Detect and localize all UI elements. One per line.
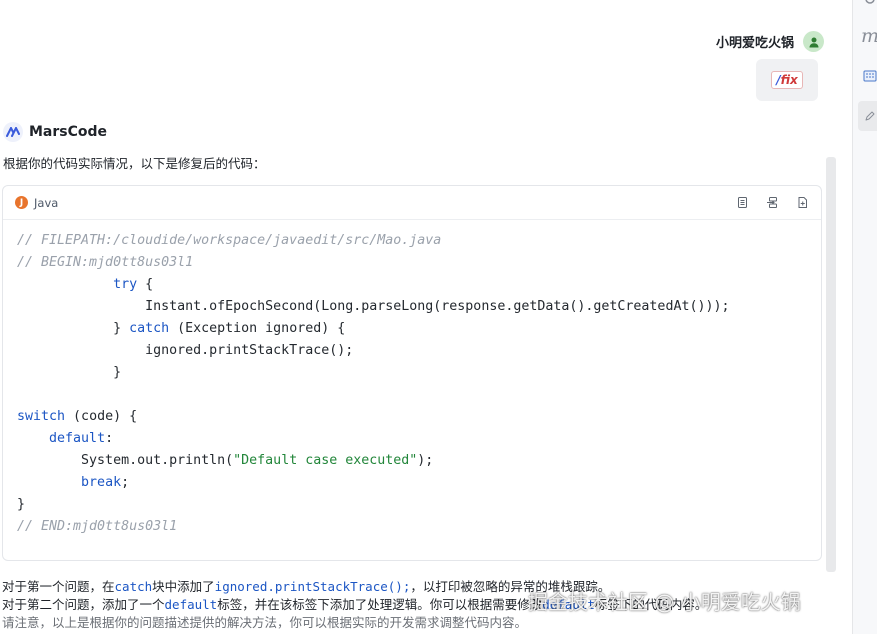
code-toolbar <box>735 196 809 210</box>
new-file-icon <box>798 197 807 208</box>
code-line: // FILEPATH:/cloudide/workspace/javaedit… <box>17 230 821 252</box>
user-avatar-icon <box>803 31 824 52</box>
code-token: ); <box>417 453 434 468</box>
copy-icon <box>737 197 747 208</box>
copy-code-button[interactable] <box>735 196 749 210</box>
code-line: System.out.println("Default case execute… <box>17 450 821 472</box>
code-token: // END:mjd0tt8us03l1 <box>17 519 178 534</box>
marscode-rail-icon[interactable]: m <box>858 22 877 50</box>
pencil-icon <box>865 111 875 121</box>
code-token: } <box>17 365 122 380</box>
code-token: ; <box>121 475 130 490</box>
code-line: } <box>17 362 821 384</box>
code-token: ignored.printStackTrace(); <box>17 343 354 358</box>
fix-command-chip[interactable]: /fix <box>771 71 803 89</box>
code-line: Instant.ofEpochSecond(Long.parseLong(res… <box>17 296 821 318</box>
code-token: switch <box>17 409 66 424</box>
code-token: { <box>137 277 154 292</box>
code-line: ignored.printStackTrace(); <box>17 340 821 362</box>
user-message-bubble: /fix <box>756 59 818 101</box>
assistant-header: MarsCode <box>3 122 107 142</box>
command-name: fix <box>780 73 798 87</box>
code-token: (code) { <box>65 409 138 424</box>
code-token: try <box>113 277 138 292</box>
code-token: "Default case executed" <box>233 453 418 468</box>
user-name: 小明爱吃火锅 <box>715 36 794 51</box>
code-token: Instant.ofEpochSecond(Long.parseLong(res… <box>17 299 730 314</box>
code-line: switch (code) { <box>17 406 821 428</box>
code-token: (Exception ignored) { <box>169 321 346 336</box>
code-line: // BEGIN:mjd0tt8us03l1 <box>17 252 821 274</box>
code-token: catch <box>129 321 170 336</box>
marscode-logo-icon <box>3 122 23 142</box>
assistant-name: MarsCode <box>29 124 108 140</box>
chat-panel: 小明爱吃火锅 /fix MarsCode 根据你的代码实际情况，以下是修复后的代… <box>0 0 852 634</box>
right-sidebar: m <box>852 0 877 634</box>
code-content: // FILEPATH:/cloudide/workspace/javaedit… <box>3 220 821 538</box>
user-message-header: 小明爱吃火锅 <box>716 31 824 52</box>
inline-code: ignored.printStackTrace(); <box>214 579 411 594</box>
code-token: } <box>17 497 26 512</box>
edit-rail-button[interactable] <box>858 101 877 131</box>
inline-code: catch <box>114 579 153 594</box>
insert-code-button[interactable] <box>765 196 779 210</box>
explanation-line-1: 对于第一个问题，在catch块中添加了ignored.printStackTra… <box>2 579 611 594</box>
code-line: // END:mjd0tt8us03l1 <box>17 516 821 538</box>
code-token: // BEGIN:mjd0tt8us03l1 <box>17 255 194 270</box>
code-line: } <box>17 494 821 516</box>
code-token: default <box>49 431 106 446</box>
code-language-label: Java <box>34 195 59 210</box>
code-token: } <box>17 321 130 336</box>
code-line: break; <box>17 472 821 494</box>
assistant-intro-text: 根据你的代码实际情况，以下是修复后的代码： <box>3 156 266 171</box>
code-token: break <box>81 475 122 490</box>
new-file-button[interactable] <box>795 196 809 210</box>
code-line: default: <box>17 428 821 450</box>
inline-code: default <box>164 597 218 612</box>
settings-icon[interactable] <box>858 0 877 10</box>
code-token: System.out.println( <box>17 453 234 468</box>
keyboard-icon[interactable] <box>858 66 877 86</box>
code-line: } catch (Exception ignored) { <box>17 318 821 340</box>
watermark: 掘金技术社区 @ 小明爱吃火锅 <box>528 590 801 614</box>
code-block: J Java // FILEPATH:/cloudide/workspace/j… <box>2 185 822 561</box>
java-language-icon: J <box>15 196 28 209</box>
code-block-header: J Java <box>3 186 821 220</box>
code-line: try { <box>17 274 821 296</box>
insert-icon <box>766 197 777 208</box>
chat-scrollbar[interactable] <box>826 157 836 572</box>
code-token: // FILEPATH:/cloudide/workspace/javaedit… <box>17 233 442 248</box>
code-token: : <box>105 431 114 446</box>
explanation-line-3: 请注意，以上是根据你的问题描述提供的解决方法，你可以根据实际的开发需求调整代码内… <box>2 615 528 630</box>
